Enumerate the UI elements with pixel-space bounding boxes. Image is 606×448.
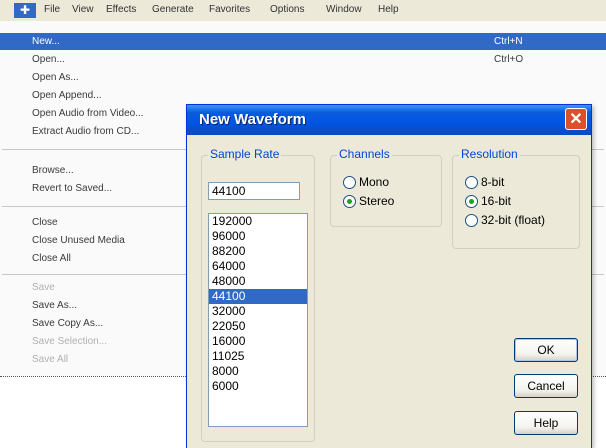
menu-item-label: New... <box>32 36 60 47</box>
menu-item-open[interactable]: Open... Ctrl+O <box>0 51 606 68</box>
menu-item-new[interactable]: New... Ctrl+N <box>0 33 606 50</box>
menu-item-label: Open Append... <box>32 90 102 101</box>
sample-rate-option[interactable]: 88200 <box>209 244 307 259</box>
dialog-title: New Waveform <box>199 111 306 128</box>
channel-option-label: Mono <box>359 175 390 189</box>
channels-label: Channels <box>337 147 392 161</box>
sample-rate-option[interactable]: 11025 <box>209 349 307 364</box>
menu-item-label: Open... <box>32 54 65 65</box>
sample-rate-option[interactable]: 22050 <box>209 319 307 334</box>
sample-rate-group: Sample Rate 192000 96000 88200 64000 480… <box>201 147 315 442</box>
sample-rate-option[interactable]: 64000 <box>209 259 307 274</box>
menu-item-label: Close Unused Media <box>32 235 125 246</box>
menu-item-label: Save As... <box>32 300 78 311</box>
sample-rate-option[interactable]: 48000 <box>209 274 307 289</box>
menu-options[interactable]: Options <box>270 4 304 15</box>
menu-file[interactable]: File <box>44 4 60 15</box>
menu-item-label: Extract Audio from CD... <box>32 126 140 137</box>
menu-window[interactable]: Window <box>326 4 362 15</box>
dialog-title-bar[interactable]: New Waveform ✕ <box>187 105 591 135</box>
menu-favorites[interactable]: Favorites <box>209 4 250 15</box>
new-waveform-dialog: New Waveform ✕ Sample Rate 192000 96000 … <box>186 104 592 448</box>
resolution-label: Resolution <box>459 147 520 161</box>
sample-rate-label: Sample Rate <box>208 147 282 161</box>
sample-rate-option[interactable]: 16000 <box>209 334 307 349</box>
radio-button-checked[interactable] <box>465 195 478 208</box>
sample-rate-option[interactable]: 8000 <box>209 364 307 379</box>
menu-item-open-as[interactable]: Open As... <box>0 69 606 86</box>
menu-generate[interactable]: Generate <box>152 4 194 15</box>
menu-item-label: Browse... <box>32 165 74 176</box>
menu-item-label: Save Selection... <box>32 336 108 347</box>
menu-item-shortcut: Ctrl+N <box>494 36 523 47</box>
channel-option-label: Stereo <box>359 194 395 208</box>
radio-button[interactable] <box>465 214 478 227</box>
sample-rate-option[interactable]: 96000 <box>209 229 307 244</box>
dialog-body: Sample Rate 192000 96000 88200 64000 480… <box>190 135 588 448</box>
sample-rate-option-selected[interactable]: 44100 <box>209 289 307 304</box>
sample-rate-option[interactable]: 192000 <box>209 214 307 229</box>
help-button[interactable]: Help <box>514 411 578 435</box>
app-menu-icon[interactable]: ✚ <box>14 3 36 18</box>
close-icon[interactable]: ✕ <box>565 108 587 130</box>
menu-item-open-append[interactable]: Open Append... <box>0 87 606 104</box>
menu-item-shortcut: Ctrl+O <box>494 54 524 65</box>
sample-rate-input[interactable] <box>208 182 300 200</box>
sample-rate-list[interactable]: 192000 96000 88200 64000 48000 44100 320… <box>208 213 308 427</box>
menu-effects[interactable]: Effects <box>106 4 136 15</box>
channels-group: Channels Mono Stereo <box>330 147 442 227</box>
radio-button-checked[interactable] <box>343 195 356 208</box>
menu-item-label: Close All <box>32 253 71 264</box>
sample-rate-option[interactable]: 32000 <box>209 304 307 319</box>
radio-button[interactable] <box>343 176 356 189</box>
sample-rate-option[interactable]: 6000 <box>209 379 307 394</box>
menu-item-label: Save <box>32 282 55 293</box>
cancel-button[interactable]: Cancel <box>514 374 578 398</box>
menu-bar: ✚ File View Effects Generate Favorites O… <box>0 0 606 22</box>
resolution-group: Resolution 8-bit 16-bit 32-bit (float) <box>452 147 580 249</box>
menu-item-label: Save Copy As... <box>32 318 104 329</box>
menu-item-label: Revert to Saved... <box>32 183 113 194</box>
ok-button[interactable]: OK <box>514 338 578 362</box>
menu-view[interactable]: View <box>72 4 94 15</box>
menu-item-label: Open Audio from Video... <box>32 108 144 119</box>
resolution-option-label: 8-bit <box>481 175 505 189</box>
menu-help[interactable]: Help <box>378 4 399 15</box>
resolution-option-label: 16-bit <box>481 194 512 208</box>
menu-item-label: Save All <box>32 354 69 365</box>
menu-item-label: Close <box>32 217 58 228</box>
resolution-option-label: 32-bit (float) <box>481 213 546 227</box>
menu-item-label: Open As... <box>32 72 79 83</box>
radio-button[interactable] <box>465 176 478 189</box>
